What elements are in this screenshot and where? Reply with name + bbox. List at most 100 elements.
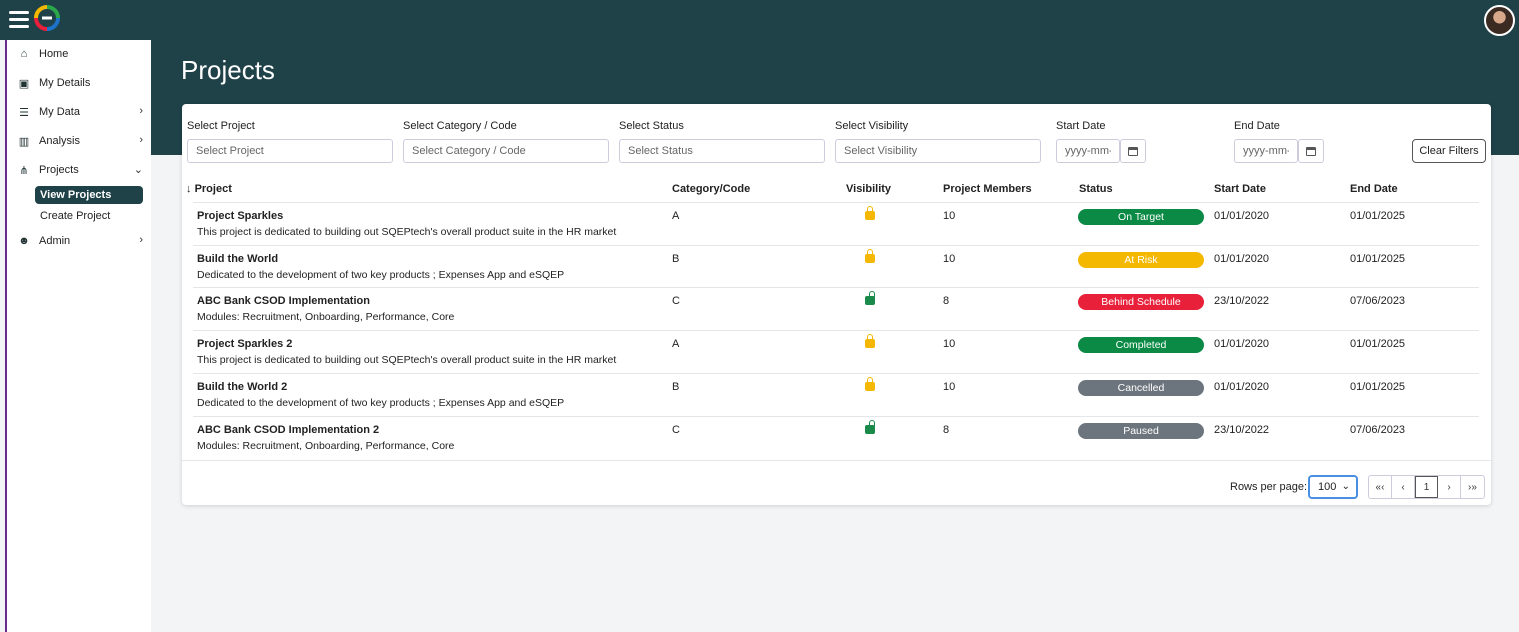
pagination: «‹ ‹ 1 › ›» xyxy=(1368,475,1485,499)
menu-icon[interactable] xyxy=(9,11,29,28)
end-date: 01/01/2025 xyxy=(1350,210,1406,222)
last-page-button[interactable]: ›» xyxy=(1461,476,1484,498)
current-page-button[interactable]: 1 xyxy=(1415,476,1438,498)
sidebar-subitem-view-projects[interactable]: View Projects xyxy=(35,186,143,204)
end-date: 01/01/2025 xyxy=(1350,252,1406,265)
end-date: 01/01/2025 xyxy=(1350,380,1406,393)
project-name: Project Sparkles xyxy=(197,210,284,222)
category-code: B xyxy=(672,252,680,265)
status-badge: Completed xyxy=(1078,337,1204,354)
lock-icon xyxy=(865,248,875,263)
start-date: 23/10/2022 xyxy=(1214,295,1270,308)
filter-project-label: Select Project xyxy=(187,120,255,132)
table-row[interactable]: ABC Bank CSOD Implementation Modules: Rec… xyxy=(193,287,1479,330)
clear-filters-button[interactable]: Clear Filters xyxy=(1412,139,1486,163)
filter-status-label: Select Status xyxy=(619,120,684,132)
chevron-right-icon: › xyxy=(139,234,143,246)
status-badge: Behind Schedule xyxy=(1078,294,1204,311)
column-header-status[interactable]: Status xyxy=(1079,183,1113,195)
sidebar-item-label: Home xyxy=(39,48,69,60)
sidebar-item-my-details[interactable]: ▣ My Details xyxy=(17,73,145,93)
category-code: B xyxy=(672,380,680,393)
filter-visibility-input[interactable] xyxy=(835,139,1041,163)
sidebar-item-label: Admin xyxy=(39,235,71,247)
projects-card: Select Project Select Category / Code Se… xyxy=(182,104,1491,505)
filter-end-date-label: End Date xyxy=(1234,120,1280,132)
start-date-picker-button[interactable] xyxy=(1120,139,1146,163)
start-date: 01/01/2020 xyxy=(1214,210,1270,222)
table-row[interactable]: Build the World Dedicated to the developm… xyxy=(193,244,1479,288)
chevron-down-icon: ⌄ xyxy=(133,164,143,176)
first-page-button[interactable]: «‹ xyxy=(1369,476,1392,498)
sidebar-item-label: Analysis xyxy=(39,135,80,147)
status-badge: On Target xyxy=(1078,209,1204,225)
project-members: 10 xyxy=(943,380,956,393)
sidebar: ⌂ Home ▣ My Details ☰ My Data › ▥ Analys… xyxy=(5,40,151,632)
sidebar-item-my-data[interactable]: ☰ My Data › xyxy=(17,102,145,122)
category-code: A xyxy=(672,338,680,351)
column-header-end-date[interactable]: End Date xyxy=(1350,183,1398,195)
table-row[interactable]: Project Sparkles 2 This project is dedica… xyxy=(193,330,1479,373)
column-header-start-date[interactable]: Start Date xyxy=(1214,183,1266,195)
table-row[interactable]: Project Sparkles This project is dedicate… xyxy=(193,202,1479,245)
project-name: ABC Bank CSOD Implementation 2 xyxy=(197,423,380,436)
table-row[interactable]: Build the World 2 Dedicated to the develo… xyxy=(193,372,1479,416)
sidebar-item-analysis[interactable]: ▥ Analysis › xyxy=(17,131,145,151)
filter-start-date-label: Start Date xyxy=(1056,120,1106,132)
project-name: Build the World xyxy=(197,252,279,265)
status-badge: Cancelled xyxy=(1078,379,1204,396)
chevron-right-icon: › xyxy=(139,134,143,146)
rows-per-page-select[interactable]: 100 ⌄ xyxy=(1308,475,1358,499)
sidebar-item-projects[interactable]: ⋔ Projects ⌄ xyxy=(17,160,145,180)
user-avatar[interactable] xyxy=(1484,5,1515,36)
sidebar-subitem-create-project[interactable]: Create Project xyxy=(35,207,115,225)
lock-icon xyxy=(865,206,875,220)
category-code: C xyxy=(672,295,680,308)
end-date: 07/06/2023 xyxy=(1350,295,1406,308)
project-description: Modules: Recruitment, Onboarding, Perfor… xyxy=(197,439,455,452)
sort-arrow-icon: ↓ xyxy=(186,183,192,195)
sidebar-item-label: My Data xyxy=(39,106,80,118)
column-header-members[interactable]: Project Members xyxy=(943,183,1032,195)
end-date: 07/06/2023 xyxy=(1350,423,1406,436)
column-header-project[interactable]: ↓ Project xyxy=(186,183,232,195)
project-name: ABC Bank CSOD Implementation xyxy=(197,295,370,308)
calendar-icon xyxy=(1128,146,1138,156)
chevron-right-icon: › xyxy=(139,105,143,117)
project-name: Build the World 2 xyxy=(197,380,288,393)
project-description: Dedicated to the development of two key … xyxy=(197,396,565,409)
rows-per-page-label: Rows per page: xyxy=(1230,481,1308,493)
end-date-picker-button[interactable] xyxy=(1298,139,1324,163)
chart-icon: ▥ xyxy=(18,135,30,148)
home-icon: ⌂ xyxy=(20,48,28,60)
prev-page-button[interactable]: ‹ xyxy=(1392,476,1415,498)
calendar-icon xyxy=(1306,146,1316,156)
unlock-icon xyxy=(865,291,875,306)
start-date-input[interactable] xyxy=(1056,139,1120,163)
next-page-button[interactable]: › xyxy=(1438,476,1461,498)
chevron-down-icon: ⌄ xyxy=(1341,481,1350,492)
column-header-visibility[interactable]: Visibility xyxy=(846,183,891,195)
project-members: 10 xyxy=(943,252,956,265)
top-bar xyxy=(0,0,1519,40)
table-row[interactable]: ABC Bank CSOD Implementation 2 Modules: R… xyxy=(193,415,1479,459)
sidebar-item-home[interactable]: ⌂ Home xyxy=(17,44,145,64)
status-badge: At Risk xyxy=(1078,251,1204,268)
app-logo xyxy=(34,5,60,31)
start-date: 01/01/2020 xyxy=(1214,252,1270,265)
project-description: Modules: Recruitment, Onboarding, Perfor… xyxy=(197,311,455,324)
project-name: Project Sparkles 2 xyxy=(197,338,293,351)
filter-category-input[interactable] xyxy=(403,139,609,163)
project-description: This project is dedicated to building ou… xyxy=(197,354,617,367)
sidebar-item-label: My Details xyxy=(39,77,91,89)
sidebar-item-admin[interactable]: ☻ Admin › xyxy=(17,231,145,251)
column-header-category[interactable]: Category/Code xyxy=(672,183,750,195)
unlock-icon xyxy=(865,419,875,434)
filter-project-input[interactable] xyxy=(187,139,393,163)
category-code: A xyxy=(672,210,680,222)
filter-status-input[interactable] xyxy=(619,139,825,163)
end-date-input[interactable] xyxy=(1234,139,1298,163)
category-code: C xyxy=(672,423,680,436)
start-date: 01/01/2020 xyxy=(1214,338,1270,351)
project-description: This project is dedicated to building ou… xyxy=(197,226,617,238)
